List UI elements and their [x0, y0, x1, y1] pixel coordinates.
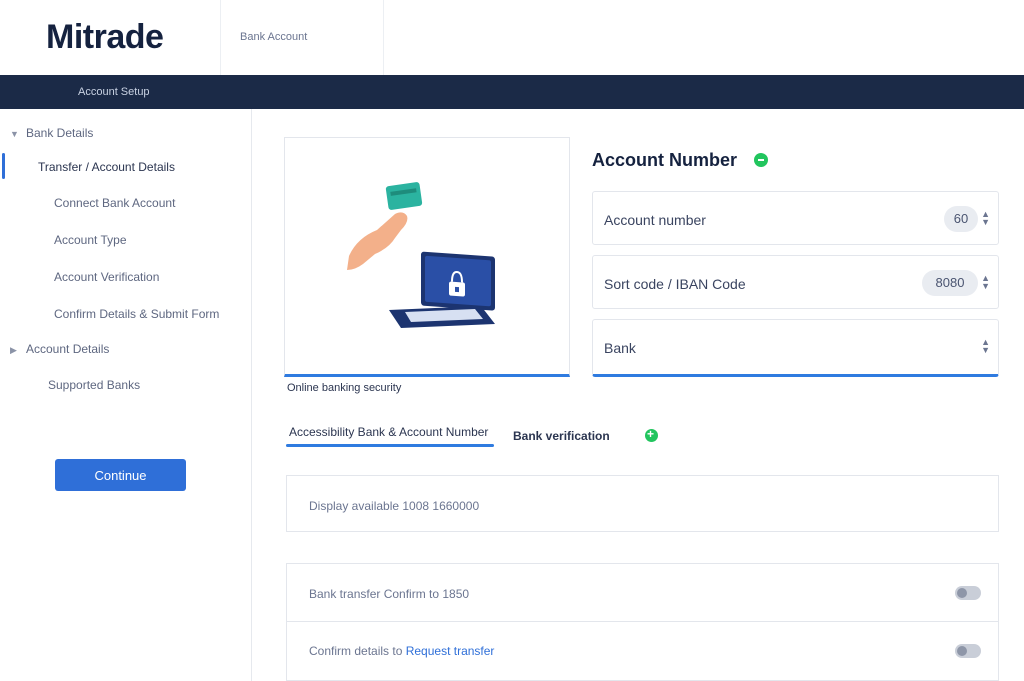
tab-account-number[interactable]: Accessibility Bank & Account Number	[289, 425, 488, 439]
panel-text: Display available 1008 1660000	[309, 499, 480, 513]
active-indicator	[2, 153, 5, 179]
info-panel: Display available 1008 1660000	[286, 475, 999, 532]
field-value-badge: 60	[944, 206, 978, 232]
sidebar-item-connect-bank[interactable]: Connect Bank Account	[54, 196, 175, 210]
toggle-switch[interactable]	[955, 644, 981, 658]
sidebar-item-account-type[interactable]: Account Type	[54, 233, 127, 247]
field-label: Sort code / IBAN Code	[604, 276, 746, 292]
chevron-down-icon: ▼	[10, 129, 19, 139]
active-tab-underline	[286, 444, 494, 447]
chevron-updown-icon[interactable]: ▲ ▼	[981, 274, 990, 291]
sidebar: ▼ Bank Details Transfer / Account Details…	[0, 109, 252, 681]
header-subtitle: Bank Account	[240, 31, 308, 43]
top-navbar: Account Setup	[0, 75, 1024, 109]
continue-button[interactable]: Continue	[55, 459, 186, 491]
sidebar-item-account-verification[interactable]: Account Verification	[54, 270, 159, 284]
sidebar-item-confirm-submit[interactable]: Confirm Details & Submit Form	[54, 307, 219, 321]
plus-circle-icon[interactable]	[645, 427, 658, 442]
chevron-right-icon: ▶	[10, 345, 17, 355]
app-header: Mitrade Bank Account	[0, 0, 1024, 75]
account-number-field[interactable]: Account number 60 ▲ ▼	[592, 191, 999, 245]
divider	[287, 621, 998, 622]
navbar-breadcrumb[interactable]: Account Setup	[78, 86, 150, 98]
hand-icon	[347, 212, 408, 270]
sidebar-group-account-details[interactable]: ▶ Account Details	[10, 342, 109, 356]
sidebar-item-transfer-details[interactable]: Transfer / Account Details	[38, 160, 175, 174]
brand-logo[interactable]: Mitrade	[46, 18, 164, 57]
bank-card-icon	[385, 182, 423, 210]
panel-row-text: Bank transfer Confirm to 1850	[309, 587, 470, 601]
chevron-updown-icon[interactable]: ▲ ▼	[981, 338, 990, 355]
sidebar-group-label: Account Details	[26, 342, 110, 356]
field-label: Account number	[604, 212, 706, 228]
laptop-security-illustration	[347, 182, 495, 328]
field-value-badge: 8080	[922, 270, 978, 296]
tab-bank-verification[interactable]: Bank verification	[513, 429, 610, 443]
toggle-switch[interactable]	[955, 586, 981, 600]
panel-row-prefix: Confirm details to	[309, 644, 406, 658]
sidebar-item-supported-banks[interactable]: Supported Banks	[48, 378, 140, 392]
laptop-icon	[389, 251, 495, 328]
field-label: Bank	[604, 340, 636, 356]
panel-row-text: Confirm details to Request transfer	[309, 644, 494, 658]
sidebar-group-bank-details[interactable]: ▼ Bank Details	[10, 126, 93, 140]
bank-select-field[interactable]: Bank ▲ ▼	[592, 319, 999, 377]
check-circle-icon	[754, 153, 768, 167]
illustration-card	[284, 137, 570, 377]
chevron-updown-icon[interactable]: ▲ ▼	[981, 210, 990, 227]
sort-code-field[interactable]: Sort code / IBAN Code 8080 ▲ ▼	[592, 255, 999, 309]
request-transfer-link[interactable]: Request transfer	[406, 644, 495, 658]
illustration-caption: Online banking security	[287, 382, 402, 394]
sidebar-group-label: Bank Details	[26, 126, 94, 140]
account-number-title: Account Number	[592, 150, 738, 170]
settings-panel: Bank transfer Confirm to 1850 Confirm de…	[286, 563, 999, 681]
